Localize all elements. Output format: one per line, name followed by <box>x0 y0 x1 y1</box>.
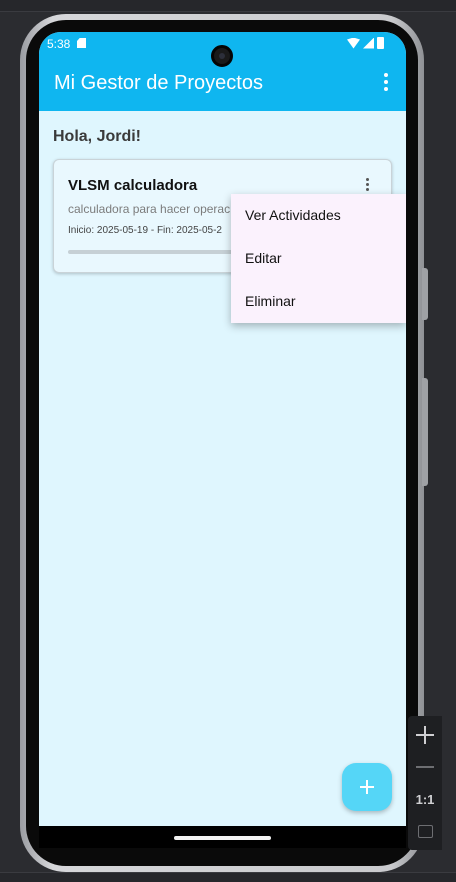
volume-button[interactable] <box>422 378 428 486</box>
zoom-out-icon[interactable] <box>416 766 434 768</box>
menu-item-editar[interactable]: Editar <box>231 237 406 280</box>
project-dates: Inicio: 2025-05-19 - Fin: 2025-05-2 <box>68 225 222 236</box>
project-title: VLSM calculadora <box>68 177 198 194</box>
app-title: Mi Gestor de Proyectos <box>54 72 263 94</box>
card-more-options-icon[interactable] <box>359 174 375 194</box>
signal-icon <box>363 37 374 49</box>
zoom-fit-icon[interactable] <box>418 825 433 838</box>
status-time: 5:38 <box>47 37 71 51</box>
phone-screen: 5:38 Mi Gestor de Proyectos Hola, Jordi!… <box>39 32 406 848</box>
status-icons <box>347 37 384 49</box>
zoom-in-icon[interactable] <box>416 726 434 744</box>
battery-icon <box>377 37 384 49</box>
greeting-text: Hola, Jordi! <box>53 128 142 145</box>
emulator-top-bar <box>0 0 456 12</box>
add-project-button[interactable] <box>342 763 392 811</box>
emulator-zoom-panel: 1:1 <box>408 716 442 850</box>
gesture-nav-area <box>39 826 406 848</box>
home-gesture-handle[interactable] <box>174 836 271 840</box>
menu-item-ver-actividades[interactable]: Ver Actividades <box>231 194 406 237</box>
zoom-ratio-button[interactable]: 1:1 <box>408 792 442 807</box>
menu-item-eliminar[interactable]: Eliminar <box>231 280 406 323</box>
sd-card-icon <box>77 38 86 48</box>
wifi-icon <box>347 37 360 49</box>
overflow-menu-icon[interactable] <box>374 70 398 94</box>
emulator-bottom-bar <box>0 872 456 882</box>
power-button[interactable] <box>422 268 428 320</box>
project-description: calculadora para hacer operac <box>68 202 231 216</box>
front-camera <box>211 45 233 67</box>
card-context-menu: Ver Actividades Editar Eliminar <box>231 194 406 323</box>
